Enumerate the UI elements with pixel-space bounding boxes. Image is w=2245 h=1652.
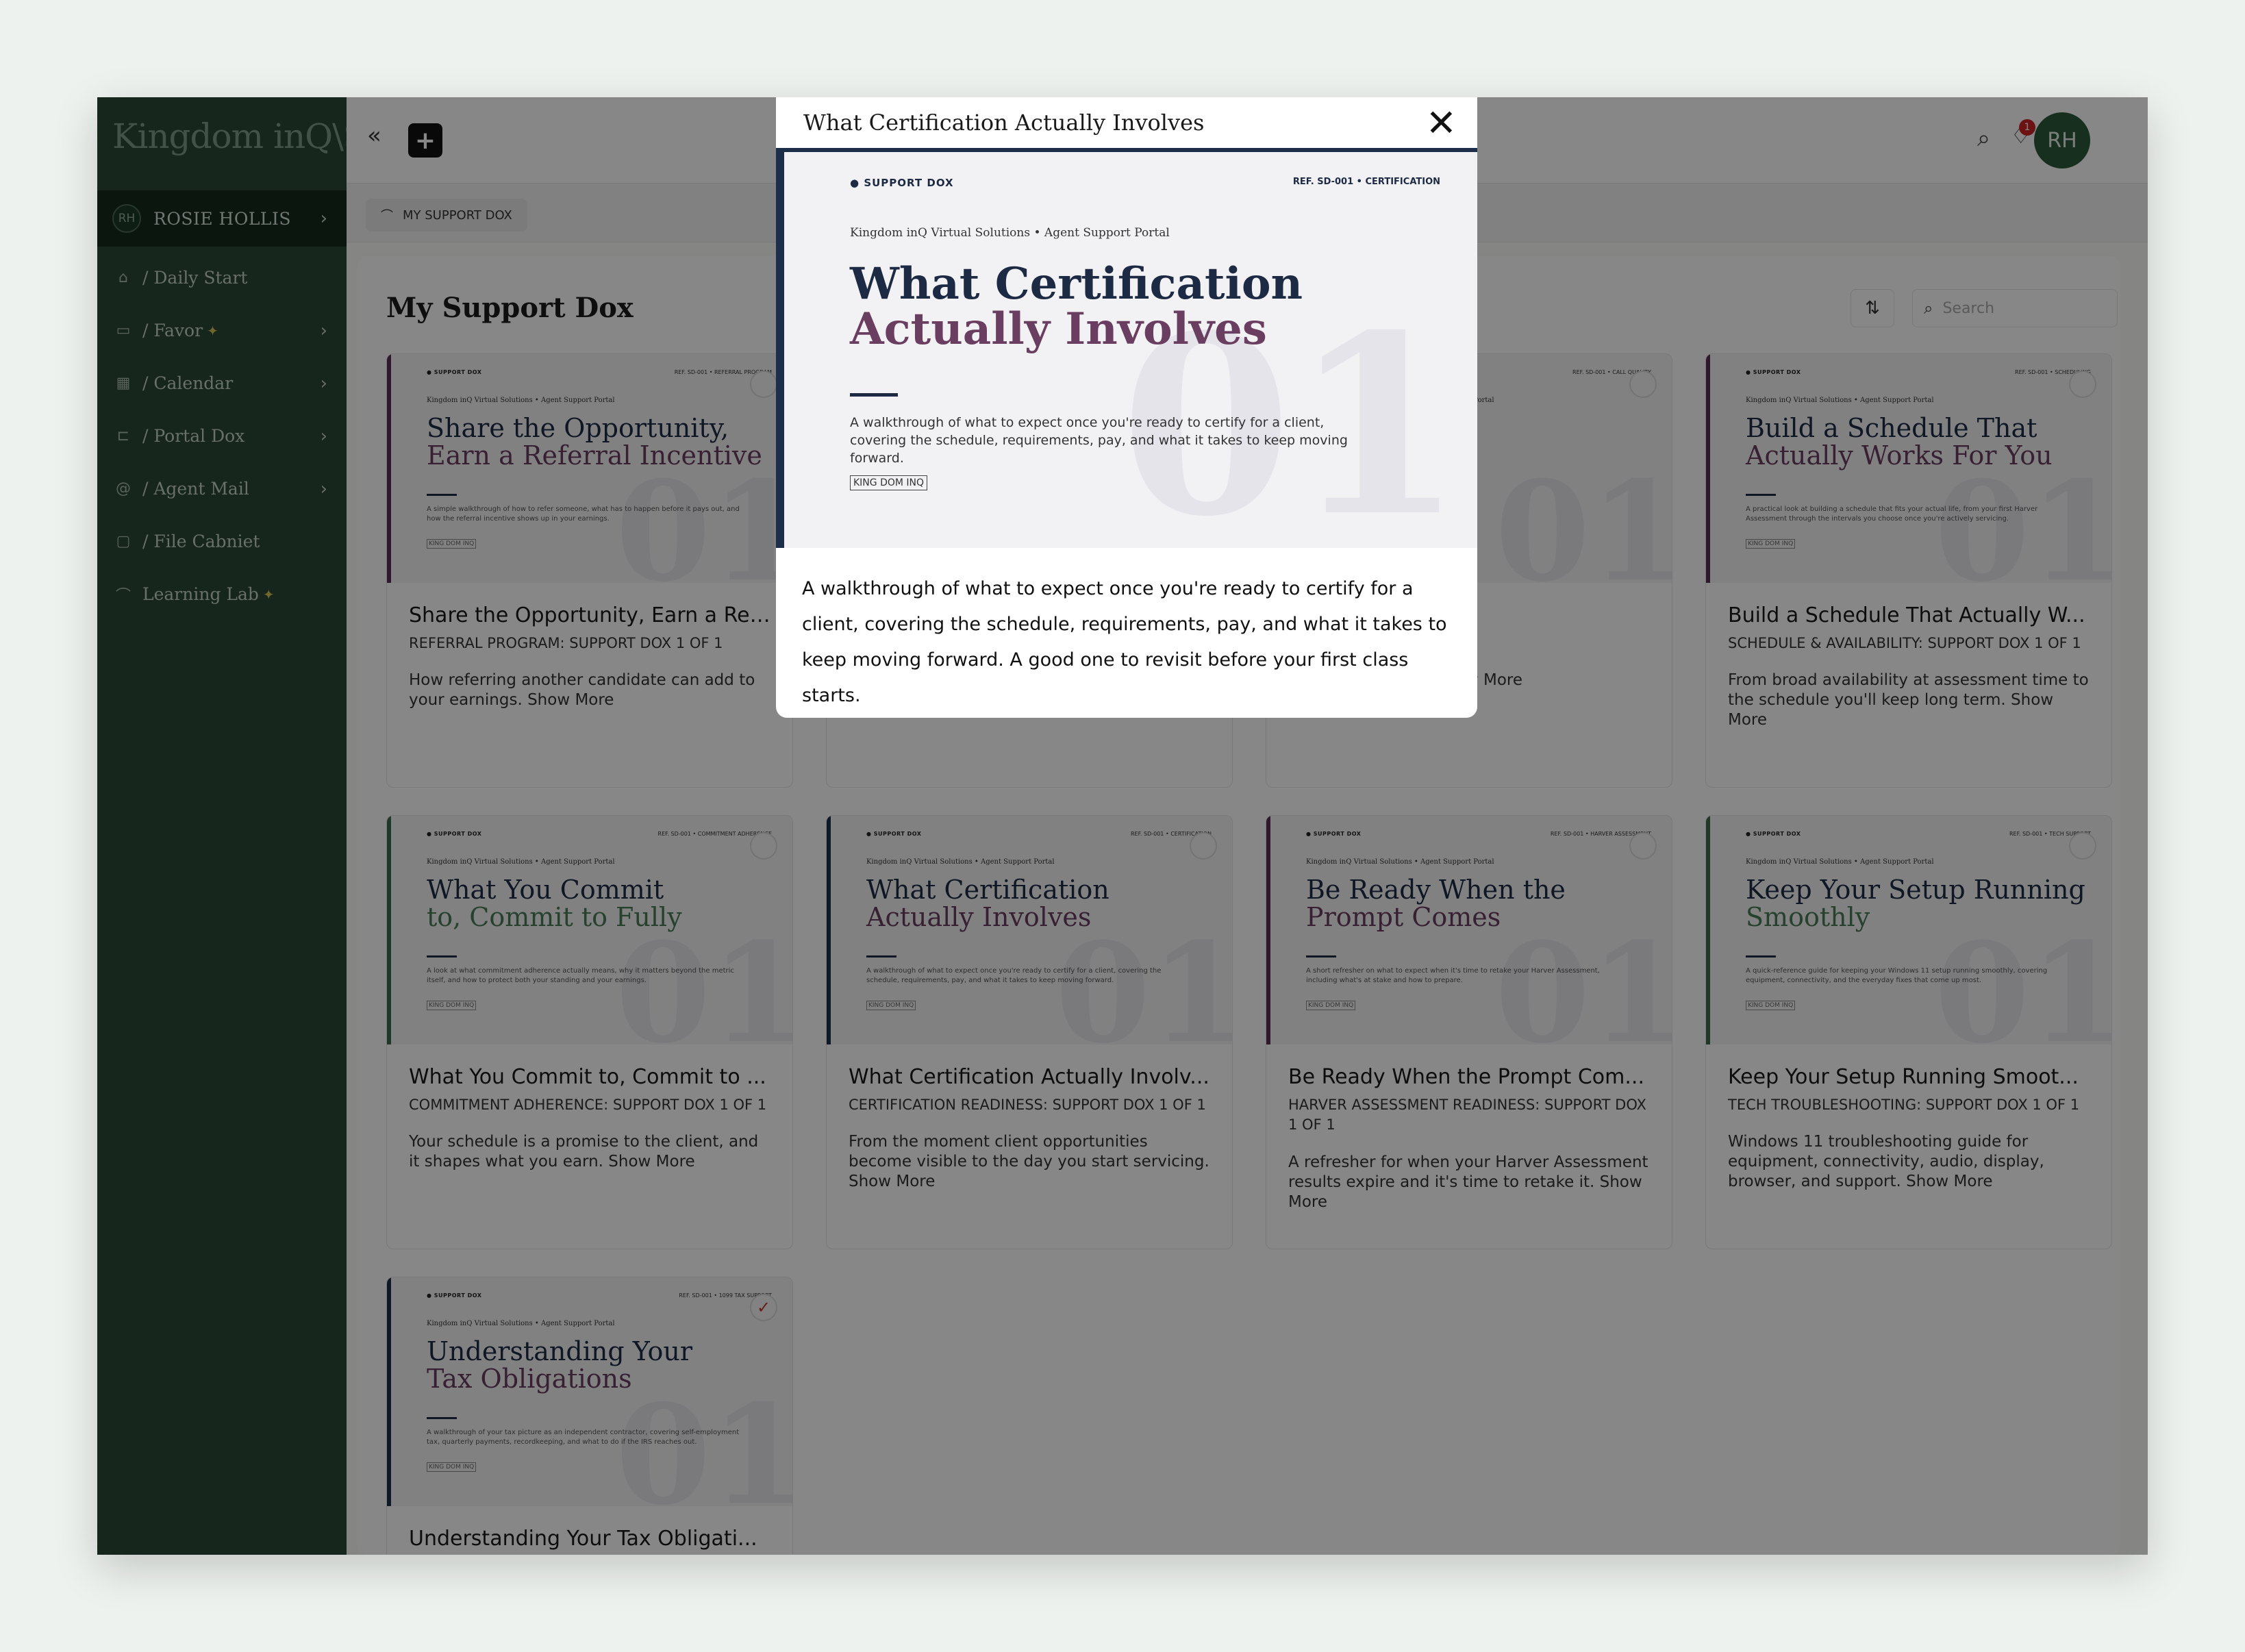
modal-header: What Certification Actually Involves ✕ bbox=[776, 97, 1477, 152]
cover-portal: Kingdom inQ Virtual Solutions • Agent Su… bbox=[850, 226, 1170, 240]
cover-desc: A walkthrough of what to expect once you… bbox=[850, 415, 1348, 466]
cover-logo: KING DOM INQ bbox=[850, 475, 928, 490]
close-icon[interactable]: ✕ bbox=[1426, 103, 1457, 144]
modal-description: A walkthrough of what to expect once you… bbox=[802, 578, 1447, 706]
modal-cover-image: ● SUPPORT DOX REF. SD-001 • CERTIFICATIO… bbox=[776, 152, 1477, 548]
cover-divider bbox=[850, 393, 898, 397]
cover-ref: REF. SD-001 • CERTIFICATION bbox=[1292, 177, 1440, 187]
cover-title: What Certification Actually Involves bbox=[850, 258, 1303, 355]
modal-title: What Certification Actually Involves bbox=[803, 110, 1205, 136]
preview-modal: What Certification Actually Involves ✕ ●… bbox=[776, 97, 1477, 718]
cover-badge: ● SUPPORT DOX bbox=[850, 177, 954, 189]
